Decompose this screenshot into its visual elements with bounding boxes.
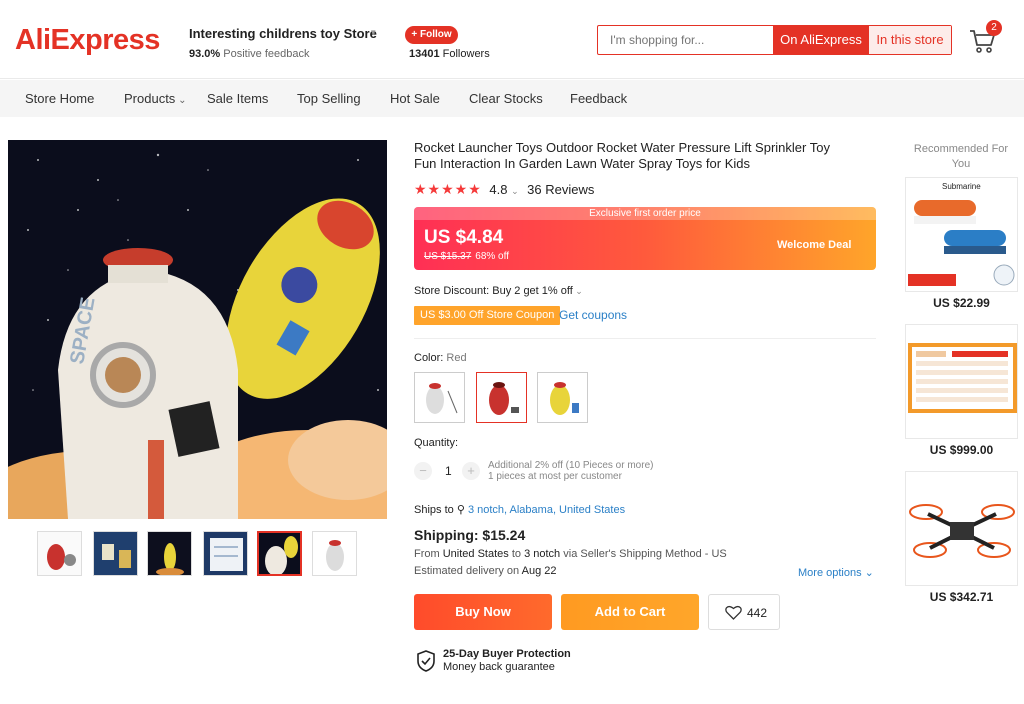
shield-check-icon [417, 650, 435, 672]
discount-pct: 68% off [475, 251, 509, 262]
nav-store-home[interactable]: Store Home [25, 91, 94, 106]
location-pin-icon: ⚲ [456, 504, 465, 516]
shipping-cost: Shipping: $15.24 [414, 527, 526, 543]
quantity-label: Quantity: [414, 437, 459, 449]
thumbnail-4[interactable] [203, 531, 248, 576]
more-options-link[interactable]: More options ⌄ [798, 566, 874, 579]
chevron-down-icon[interactable]: ▾ [371, 27, 376, 38]
followers: 13401 Followers [409, 48, 490, 60]
nav-top-selling[interactable]: Top Selling [297, 91, 361, 106]
search-aliexpress-button[interactable]: On AliExpress [773, 26, 869, 54]
ship-method: via Seller's Shipping Method - US [563, 548, 727, 560]
ships-to-label: Ships to [414, 504, 454, 516]
chevron-down-icon: ⌄ [572, 286, 583, 296]
buyer-protection-sub: Money back guarantee [443, 661, 555, 673]
recommended-price-2: US $999.00 [929, 443, 994, 457]
buyer-protection-title: 25-Day Buyer Protection [443, 648, 571, 660]
store-name[interactable]: Interesting childrens toy Store [189, 26, 377, 41]
ships-to: Ships to ⚲ 3 notch, Alabama, United Stat… [414, 503, 625, 516]
buy-now-button[interactable]: Buy Now [414, 594, 552, 630]
search-store-button[interactable]: In this store [869, 26, 951, 54]
rating-stars-icon: ★★★★★ [414, 181, 482, 197]
store-header: AliExpress Interesting childrens toy Sto… [0, 0, 1024, 79]
nav-sale-items[interactable]: Sale Items [207, 91, 268, 106]
recommended-item-1[interactable]: Submarine [905, 177, 1018, 292]
search-bar: On AliExpress In this store [597, 25, 952, 55]
quantity-value[interactable]: 1 [445, 464, 452, 478]
add-to-cart-button[interactable]: Add to Cart [561, 594, 699, 630]
reviews-link[interactable]: 36 Reviews [527, 182, 594, 197]
followers-count: 13401 [409, 48, 440, 60]
recommended-item-3[interactable] [905, 471, 1018, 586]
wishlist-count: 442 [747, 606, 768, 620]
follow-button[interactable]: + Follow [405, 26, 458, 44]
color-swatch-yellow[interactable] [537, 372, 588, 423]
thumbnail-2[interactable] [93, 531, 138, 576]
store-feedback: 93.0% Positive feedback [189, 48, 309, 60]
ship-from-prefix: From [414, 548, 440, 560]
chevron-down-icon: ⌄ [864, 567, 874, 579]
rating-value: 4.8 [489, 182, 508, 197]
store-nav: Store Home Products ⌄ Sale Items Top Sel… [0, 80, 1024, 117]
chevron-down-icon: ⌄ [175, 95, 187, 106]
price-banner: Exclusive first order price [414, 207, 876, 220]
store-discount[interactable]: Store Discount: Buy 2 get 1% off ⌄ [414, 285, 583, 297]
heart-icon [725, 605, 742, 620]
search-input[interactable] [598, 26, 774, 54]
minus-button[interactable]: − [414, 462, 432, 480]
positive-pct: 93.0% [189, 48, 221, 60]
thumbnail-5[interactable] [257, 531, 302, 576]
color-swatch-red[interactable] [476, 372, 527, 423]
color-swatch-white[interactable] [414, 372, 465, 423]
shipping-from: From United States to 3 notch via Seller… [414, 548, 727, 560]
main-product-image[interactable]: SPACE [8, 140, 387, 519]
nav-clear-stocks[interactable]: Clear Stocks [469, 91, 543, 106]
rating-row[interactable]: ★★★★★ 4.8 ⌄ 36 Reviews [414, 181, 594, 198]
nav-hot-sale[interactable]: Hot Sale [390, 91, 440, 106]
nav-products[interactable]: Products ⌄ [124, 91, 186, 106]
color-value: Red [446, 352, 467, 364]
est-delivery-label: Estimated delivery on [414, 565, 520, 577]
product-title: Rocket Launcher Toys Outdoor Rocket Wate… [414, 140, 830, 171]
nav-products-label: Products [124, 91, 176, 106]
welcome-deal-badge: Welcome Deal [777, 239, 852, 251]
recommended-price-3: US $342.71 [929, 590, 994, 604]
wishlist-button[interactable]: 442 [708, 594, 780, 630]
recommended-price-1: US $22.99 [933, 296, 990, 310]
estimated-delivery: Estimated delivery on Aug 22 [414, 565, 557, 577]
quantity-note-1: Additional 2% off (10 Pieces or more) [488, 460, 654, 471]
est-delivery-date: Aug 22 [521, 565, 557, 577]
current-price: US $4.84 [424, 227, 504, 248]
ship-from-dest: 3 notch [524, 548, 561, 560]
ship-from-to: to [511, 548, 522, 560]
ship-from-country: United States [442, 548, 509, 560]
aliexpress-logo[interactable]: AliExpress [15, 24, 160, 57]
quantity-note: Additional 2% off (10 Pieces or more) 1 … [488, 460, 653, 482]
quantity-note-2: 1 pieces at most per customer [488, 471, 622, 482]
positive-label: Positive feedback [223, 48, 310, 60]
nav-feedback[interactable]: Feedback [570, 91, 627, 106]
get-coupons-link[interactable]: Get coupons [559, 308, 627, 322]
store-discount-text: Store Discount: Buy 2 get 1% off [414, 285, 573, 297]
recommended-item-label: Submarine [942, 182, 981, 191]
store-coupon[interactable]: US $3.00 Off Store Coupon [414, 306, 561, 325]
cart-badge: 2 [986, 20, 1002, 36]
color-label: Color: Red [414, 352, 467, 364]
recommended-item-2[interactable] [905, 324, 1018, 439]
divider [414, 338, 876, 339]
more-options-label: More options [798, 567, 862, 579]
followers-label: Followers [442, 48, 490, 60]
ships-to-location-link[interactable]: 3 notch, Alabama, United States [468, 504, 625, 516]
thumbnail-6[interactable] [312, 531, 357, 576]
price-box: Exclusive first order price US $4.84 US … [414, 207, 876, 270]
recommended-title: Recommended For You [913, 143, 1009, 170]
thumbnail-1[interactable] [37, 531, 82, 576]
chevron-down-icon: ⌄ [511, 186, 522, 196]
color-label-text: Color: [414, 352, 444, 364]
original-price: US $15.37 68% off [424, 251, 509, 262]
old-price: US $15.37 [424, 251, 472, 262]
plus-button[interactable]: + [462, 462, 480, 480]
thumbnail-3[interactable] [147, 531, 192, 576]
